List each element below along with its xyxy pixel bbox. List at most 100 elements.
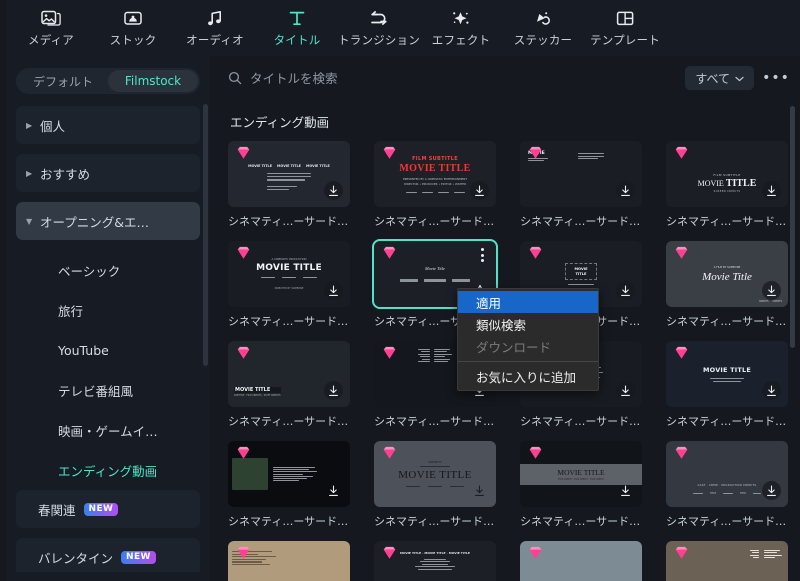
tree-item-movie-game[interactable]: 映画・ゲームイ… bbox=[16, 410, 200, 450]
download-button[interactable] bbox=[616, 181, 635, 200]
template-card[interactable]: PRESENTS MOVIE TITLE シネマティ…ーサード 14 bbox=[374, 441, 496, 529]
toolbar-tab-label: ストック bbox=[109, 33, 157, 47]
toolbar-tab-sticker[interactable]: ステッカー bbox=[502, 0, 584, 48]
premium-gem-icon bbox=[675, 146, 688, 159]
tree-group-spring[interactable]: 春関連 NEW bbox=[16, 490, 200, 528]
template-thumbnail[interactable]: MOVIE TITLE bbox=[666, 341, 788, 407]
context-menu-item-similar-search[interactable]: 類似検索 bbox=[458, 313, 598, 335]
tree-item-youtube[interactable]: YouTube bbox=[16, 330, 200, 370]
download-button[interactable] bbox=[616, 481, 635, 500]
tree-item-ending-video[interactable]: エンディング動画 bbox=[16, 450, 200, 490]
download-button[interactable] bbox=[470, 481, 489, 500]
download-button[interactable] bbox=[324, 281, 343, 300]
category-tree: ▶ 個人 ▶ おすすめ ▼ オープニング&エ… ベーシック 旅行 YouTube bbox=[6, 102, 210, 572]
template-card[interactable]: CAST · CREW · PRODUCTION CREDITS TITLE T… bbox=[666, 441, 788, 529]
template-thumbnail[interactable] bbox=[228, 541, 350, 581]
download-button[interactable] bbox=[616, 281, 635, 300]
template-thumbnail[interactable]: CAST & CREW Film Credits CAST & CREW Fil… bbox=[520, 541, 642, 581]
template-card[interactable] bbox=[228, 541, 350, 581]
audio-note-icon bbox=[202, 7, 228, 29]
context-menu-item-apply[interactable]: 適用 bbox=[458, 291, 598, 313]
tree-item-tv-show[interactable]: テレビ番組風 bbox=[16, 370, 200, 410]
template-caption: シネマティ…ーサード 15 bbox=[520, 515, 642, 528]
template-card[interactable] bbox=[666, 541, 788, 581]
tree-group-personal[interactable]: ▶ 個人 bbox=[16, 106, 200, 144]
template-thumbnail[interactable]: A FILM BY SOMEONE Movie Title CREDITS CRE… bbox=[666, 241, 788, 307]
download-button[interactable] bbox=[324, 181, 343, 200]
toolbar-tab-effect[interactable]: エフェクト bbox=[420, 0, 502, 48]
premium-gem-icon bbox=[675, 446, 688, 459]
premium-gem-icon bbox=[529, 146, 542, 159]
template-card[interactable]: MOVIE TITLE SUBTITLE · FILM CREDITS · ST… bbox=[228, 341, 350, 429]
template-thumbnail[interactable]: CAST · CREW · PRODUCTION CREDITS TITLE T… bbox=[666, 441, 788, 507]
toolbar-tab-audio[interactable]: オーディオ bbox=[174, 0, 256, 48]
premium-gem-icon bbox=[675, 346, 688, 359]
template-thumbnail[interactable]: MOVIE TITLE · MOVIE TITLE · MOVIE TITLE bbox=[374, 541, 496, 581]
toolbar-tab-label: テンプレート bbox=[590, 33, 660, 47]
download-button[interactable] bbox=[762, 181, 781, 200]
sidebar-tab-filmstock[interactable]: Filmstock bbox=[108, 70, 198, 92]
template-thumbnail[interactable]: A CINEMATIC PRODUCTION MOVIE TITLE DIREC… bbox=[228, 241, 350, 307]
toolbar-tab-template[interactable]: テンプレート bbox=[584, 0, 666, 48]
search-input[interactable] bbox=[250, 70, 678, 86]
template-card[interactable]: FILM SUBTITLE MOVIE TITLE PRESENTED BY A… bbox=[374, 141, 496, 229]
template-card[interactable]: MOVIE TITLE FILM CREDIT · FILM CREDIT · … bbox=[520, 441, 642, 529]
template-thumbnail[interactable]: MOVIE bbox=[520, 141, 642, 207]
download-button[interactable] bbox=[324, 381, 343, 400]
tree-item-travel[interactable]: 旅行 bbox=[16, 290, 200, 330]
filter-dropdown[interactable]: すべて bbox=[685, 66, 754, 90]
template-card[interactable]: MOVIE TITLE MOVIE TITLE MOVIE TITLE シネマテ… bbox=[228, 141, 350, 229]
template-thumbnail[interactable] bbox=[666, 541, 788, 581]
tree-group-valentine[interactable]: バレンタイン NEW bbox=[16, 538, 200, 572]
toolbar-tab-label: ステッカー bbox=[513, 33, 573, 47]
download-button[interactable] bbox=[616, 381, 635, 400]
template-card[interactable]: A CINEMATIC PRODUCTION MOVIE TITLE DIREC… bbox=[228, 241, 350, 329]
sidebar-scrollbar[interactable] bbox=[203, 104, 208, 366]
toolbar-tab-label: タイトル bbox=[273, 33, 321, 47]
sidebar-tab-default[interactable]: デフォルト bbox=[18, 70, 108, 92]
context-menu-item-add-favorite[interactable]: お気に入りに追加 bbox=[458, 365, 598, 387]
template-caption: シネマティ…ーサード 05 bbox=[228, 315, 350, 328]
toolbar-tab-media[interactable]: メディア bbox=[10, 0, 92, 48]
template-thumbnail[interactable]: PRESENTS MOVIE TITLE bbox=[374, 441, 496, 507]
template-card[interactable]: FILM SUBTITLE MOVIE TITLE SCREEN CREDITS… bbox=[666, 141, 788, 229]
context-menu-label: 類似検索 bbox=[476, 317, 527, 333]
download-button[interactable] bbox=[762, 281, 781, 300]
chevron-right-icon: ▶ bbox=[26, 120, 33, 130]
premium-gem-icon bbox=[383, 346, 396, 359]
more-options-button[interactable]: ••• bbox=[762, 66, 790, 90]
download-button[interactable] bbox=[762, 381, 781, 400]
template-thumbnail[interactable]: MOVIE TITLE SUBTITLE · FILM CREDITS · ST… bbox=[228, 341, 350, 407]
template-thumbnail[interactable] bbox=[228, 441, 350, 507]
filter-label: すべて bbox=[695, 71, 730, 86]
download-button[interactable] bbox=[762, 481, 781, 500]
sidebar-tab-label: デフォルト bbox=[32, 74, 93, 89]
template-thumbnail[interactable]: MOVIE TITLE FILM CREDIT · FILM CREDIT · … bbox=[520, 441, 642, 507]
title-text-icon bbox=[284, 7, 310, 29]
download-button[interactable] bbox=[470, 181, 489, 200]
template-thumbnail[interactable]: MOVIE TITLE MOVIE TITLE MOVIE TITLE bbox=[228, 141, 350, 207]
chevron-down-icon bbox=[735, 71, 744, 85]
premium-gem-icon bbox=[383, 546, 396, 559]
template-card[interactable]: MOVIE TITLE · MOVIE TITLE · MOVIE TITLE bbox=[374, 541, 496, 581]
download-button[interactable] bbox=[324, 481, 343, 500]
template-card[interactable]: シネマティ…ーサード 13 bbox=[228, 441, 350, 529]
tree-group-recommended[interactable]: ▶ おすすめ bbox=[16, 154, 200, 192]
premium-gem-icon bbox=[237, 246, 250, 259]
toolbar-tab-title[interactable]: タイトル bbox=[256, 0, 338, 48]
toolbar-tab-label: オーディオ bbox=[186, 33, 244, 47]
template-card[interactable]: MOVIE bbox=[520, 141, 642, 229]
toolbar-tab-stock[interactable]: ストック bbox=[92, 0, 174, 48]
tree-item-label: テレビ番組風 bbox=[58, 383, 134, 399]
template-card[interactable]: MOVIE TITLE シネマティ…ーサード 12 bbox=[666, 341, 788, 429]
template-card[interactable]: CAST & CREW Film Credits CAST & CREW Fil… bbox=[520, 541, 642, 581]
toolbar-tab-transition[interactable]: トランジション bbox=[338, 0, 420, 48]
card-more-menu-button[interactable] bbox=[474, 245, 490, 265]
template-thumbnail[interactable]: FILM SUBTITLE MOVIE TITLE SCREEN CREDITS bbox=[666, 141, 788, 207]
template-caption: シネマティ…ーサード 14 bbox=[374, 515, 496, 528]
content-scrollbar[interactable] bbox=[790, 106, 795, 348]
template-thumbnail[interactable]: FILM SUBTITLE MOVIE TITLE PRESENTED BY A… bbox=[374, 141, 496, 207]
tree-group-opening-ending[interactable]: ▼ オープニング&エ… bbox=[16, 202, 200, 240]
template-card[interactable]: A FILM BY SOMEONE Movie Title CREDITS CRE… bbox=[666, 241, 788, 329]
tree-item-basic[interactable]: ベーシック bbox=[16, 250, 200, 290]
